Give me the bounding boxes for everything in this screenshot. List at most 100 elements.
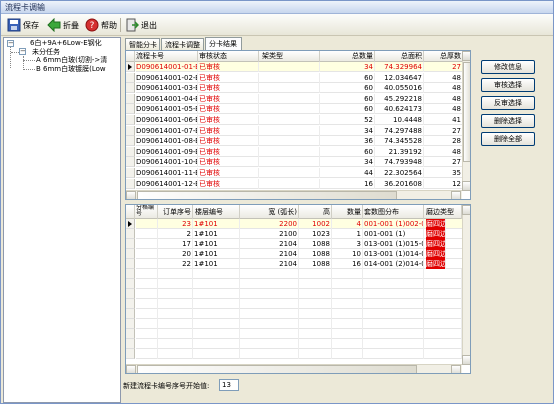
scroll-right-button[interactable] xyxy=(451,191,461,199)
row-header[interactable] xyxy=(126,168,135,178)
table-row[interactable] xyxy=(136,329,462,339)
scroll-left-button[interactable] xyxy=(126,365,136,373)
scroll-left-button[interactable] xyxy=(126,191,136,199)
col-grid-no[interactable]: 分格编号 xyxy=(136,205,158,219)
table-row[interactable] xyxy=(136,289,462,299)
table-row[interactable] xyxy=(136,279,462,289)
col-edge-type[interactable]: 磨边类型 xyxy=(425,205,462,219)
row-header[interactable] xyxy=(126,136,135,147)
tree-root[interactable]: 6白+9A+6Low-E钢化 xyxy=(30,39,102,48)
table-row[interactable]: D090614001-08-B 已审核 36 74.345528 28 xyxy=(136,136,463,147)
row-header[interactable] xyxy=(126,289,135,299)
row-header[interactable] xyxy=(126,279,135,289)
row-header[interactable] xyxy=(126,319,135,329)
row-header[interactable] xyxy=(126,239,135,249)
table-row[interactable]: D090614001-05-B 已审核 60 40.624173 48 xyxy=(136,104,463,115)
table-row[interactable]: D090614001-03-B 已审核 60 40.055016 48 xyxy=(136,83,463,94)
row-header[interactable] xyxy=(126,178,135,189)
scroll-thumb[interactable] xyxy=(137,191,397,199)
row-header[interactable] xyxy=(126,299,135,309)
row-header[interactable] xyxy=(126,72,135,83)
table-row[interactable]: 17 1#101 2104 1088 3 013-001 (1)015-0 磨四边 xyxy=(136,239,462,249)
table-row[interactable] xyxy=(136,299,462,309)
table-row[interactable]: D090614001-11-B 已审核 44 22.302564 35 xyxy=(136,168,463,178)
vertical-scrollbar[interactable] xyxy=(462,51,470,191)
row-header[interactable] xyxy=(126,115,135,125)
col-height[interactable]: 高 xyxy=(300,205,332,219)
col-rack-type[interactable]: 架类型 xyxy=(260,51,320,62)
scroll-up-button[interactable] xyxy=(462,205,470,215)
row-header[interactable] xyxy=(126,339,135,349)
table-row[interactable] xyxy=(136,339,462,349)
save-button[interactable]: 保存 xyxy=(7,17,39,33)
row-header[interactable] xyxy=(126,329,135,339)
col-quantity[interactable]: 数量 xyxy=(333,205,363,219)
exit-button[interactable]: 退出 xyxy=(125,17,157,33)
help-button[interactable]: ? 帮助 xyxy=(85,17,117,33)
approve-selected-button[interactable]: 审核选择 xyxy=(481,78,535,92)
col-width[interactable]: 宽 (弧长) xyxy=(241,205,299,219)
row-header[interactable] xyxy=(126,309,135,319)
row-header[interactable] xyxy=(126,219,135,229)
row-header[interactable] xyxy=(126,125,135,136)
table-row[interactable]: D090614001-12-B 已审核 16 36.201608 12 xyxy=(136,178,463,189)
start-seq-input[interactable]: 13 xyxy=(219,379,239,391)
horizontal-scrollbar[interactable] xyxy=(126,364,462,373)
table-row[interactable]: 2 1#101 2100 1023 1 001-001 (1) 磨四边 xyxy=(136,229,462,239)
tree-item[interactable]: B 6mm白玻镀膜(Low xyxy=(36,65,106,74)
edit-info-button[interactable]: 修改信息 xyxy=(481,60,535,74)
tree-item[interactable]: A 6mm白玻(切割->清 xyxy=(36,56,107,65)
col-floor-no[interactable]: 楼层编号 xyxy=(194,205,240,219)
scroll-up-button[interactable] xyxy=(462,51,470,61)
table-cell: 74.793948 xyxy=(376,157,424,168)
col-set-distribution[interactable]: 套数图分布 xyxy=(364,205,424,219)
table-row[interactable]: D090614001-10-B 已审核 34 74.793948 27 xyxy=(136,157,463,168)
table-row[interactable] xyxy=(136,309,462,319)
vertical-scrollbar[interactable] xyxy=(462,205,470,365)
table-row[interactable] xyxy=(136,269,462,279)
collapse-icon[interactable]: − xyxy=(19,48,26,55)
row-header[interactable] xyxy=(126,249,135,259)
table-row[interactable]: D090614001-04-B 已审核 60 45.292218 48 xyxy=(136,93,463,104)
header-corner xyxy=(126,205,135,219)
col-card-no[interactable]: 流程卡号 xyxy=(136,51,198,62)
table-row[interactable]: D090614001-06-B 已审核 52 10.4448 41 xyxy=(136,115,463,125)
row-header[interactable] xyxy=(126,229,135,239)
unapprove-selected-button[interactable]: 反审选择 xyxy=(481,96,535,110)
col-status[interactable]: 审核状态 xyxy=(199,51,259,62)
scroll-right-button[interactable] xyxy=(451,365,461,373)
fold-button[interactable]: 折叠 xyxy=(47,17,79,33)
scroll-thumb[interactable] xyxy=(137,365,417,373)
table-row[interactable]: D090614001-09-B 已审核 60 21.39192 48 xyxy=(136,146,463,157)
scroll-down-button[interactable] xyxy=(462,355,470,365)
row-header[interactable] xyxy=(126,62,135,72)
col-order-seq[interactable]: 订单序号 xyxy=(159,205,193,219)
scroll-down-button[interactable] xyxy=(462,181,470,191)
collapse-icon[interactable]: − xyxy=(7,40,14,47)
delete-all-button[interactable]: 删除全部 xyxy=(481,132,535,146)
row-header[interactable] xyxy=(126,349,135,359)
table-row[interactable]: 20 1#101 2104 1088 10 013-001 (1)014-0 磨四边 xyxy=(136,249,462,259)
scroll-thumb[interactable] xyxy=(463,62,470,162)
col-total-thick[interactable]: 总厚数 xyxy=(425,51,463,62)
delete-selected-button[interactable]: 删除选择 xyxy=(481,114,535,128)
row-header[interactable] xyxy=(126,146,135,157)
row-header[interactable] xyxy=(126,157,135,168)
table-cell: 12 xyxy=(425,178,463,189)
table-row[interactable]: D090614001-07-B 已审核 34 74.297488 27 xyxy=(136,125,463,136)
table-row[interactable]: 22 1#101 2104 1088 16 014-001 (2)014-0 磨四边 xyxy=(136,259,462,269)
row-header[interactable] xyxy=(126,93,135,104)
row-header[interactable] xyxy=(126,83,135,94)
table-row[interactable] xyxy=(136,319,462,329)
tab-split-result[interactable]: 分卡结果 xyxy=(205,37,242,51)
col-total-area[interactable]: 总面积 xyxy=(376,51,424,62)
table-row[interactable] xyxy=(136,349,462,359)
row-header[interactable] xyxy=(126,269,135,279)
table-row[interactable]: D090614001-02-B 已审核 60 12.034647 48 xyxy=(136,72,463,83)
table-row[interactable]: D090614001-01-B 已审核 34 74.329964 27 xyxy=(136,62,463,72)
col-total-qty[interactable]: 总数量 xyxy=(321,51,375,62)
table-row[interactable]: 23 1#101 2200 1002 4 001-001 (1)002-0 磨四边 xyxy=(136,219,462,229)
row-header[interactable] xyxy=(126,259,135,269)
horizontal-scrollbar[interactable] xyxy=(126,190,462,199)
row-header[interactable] xyxy=(126,104,135,115)
